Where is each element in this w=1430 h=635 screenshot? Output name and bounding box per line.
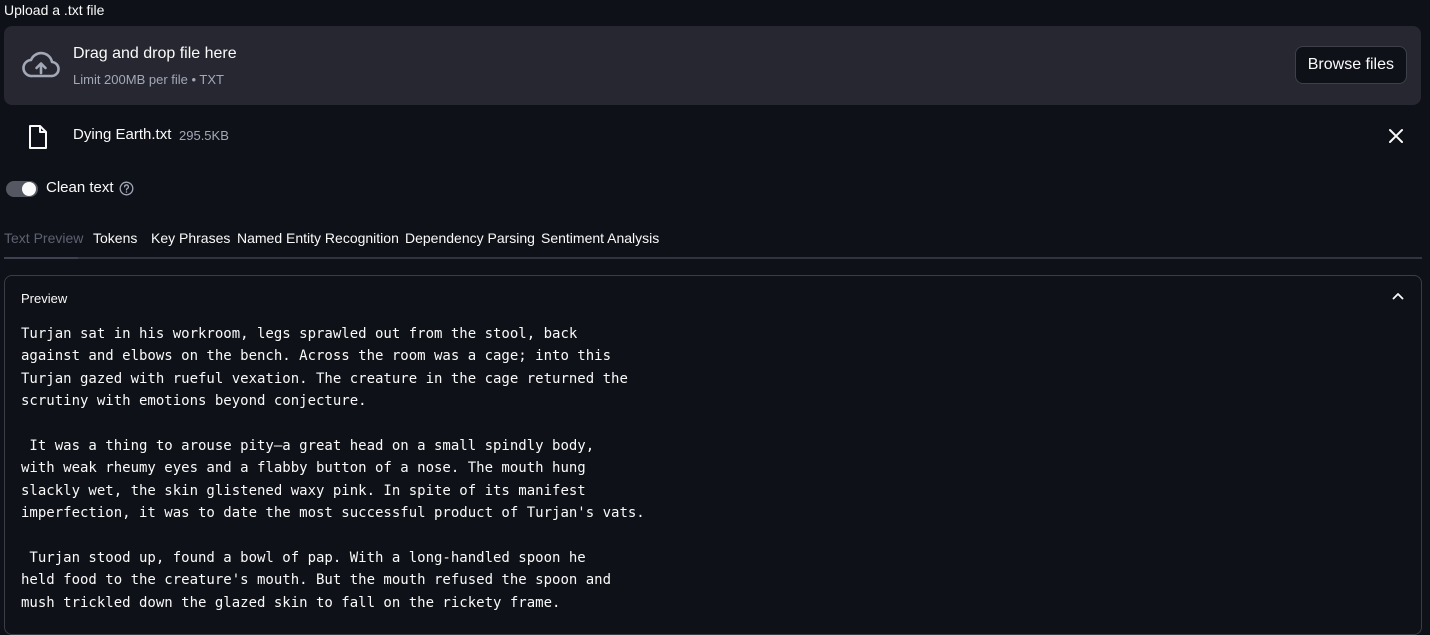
preview-expander-header[interactable]: Preview — [21, 291, 67, 306]
dropzone-limit: Limit 200MB per file • TXT — [73, 72, 224, 87]
tab-text-preview[interactable]: Text Preview — [4, 230, 83, 246]
preview-text: Turjan sat in his workroom, legs sprawle… — [21, 326, 645, 611]
file-icon — [29, 125, 47, 149]
tab-dependency-parsing[interactable]: Dependency Parsing — [405, 230, 535, 246]
clean-text-label: Clean text — [46, 179, 114, 196]
tab-sentiment-analysis[interactable]: Sentiment Analysis — [541, 230, 659, 246]
dropzone-title: Drag and drop file here — [73, 45, 237, 62]
file-dropzone[interactable]: Drag and drop file here Limit 200MB per … — [4, 26, 1421, 105]
toggle-knob — [22, 182, 36, 196]
active-tab-indicator — [4, 257, 78, 259]
uploaded-file-row: Dying Earth.txt 295.5KB — [0, 115, 1430, 155]
help-circle-icon[interactable] — [119, 181, 134, 196]
file-size: 295.5KB — [179, 128, 229, 143]
chevron-up-icon[interactable] — [1392, 292, 1404, 300]
browse-files-button[interactable]: Browse files — [1294, 46, 1407, 84]
tab-key-phrases[interactable]: Key Phrases — [151, 230, 230, 246]
clean-text-toggle[interactable] — [6, 181, 38, 197]
close-icon[interactable] — [1387, 127, 1405, 145]
tab-named-entity-recognition[interactable]: Named Entity Recognition — [237, 230, 399, 246]
preview-expander: Preview Turjan sat in his workroom, legs… — [4, 275, 1422, 635]
file-name: Dying Earth.txt — [73, 126, 172, 143]
tab-tokens[interactable]: Tokens — [93, 230, 137, 246]
tab-bar: Text Preview Tokens Key Phrases Named En… — [4, 226, 1422, 259]
upload-label: Upload a .txt file — [4, 2, 105, 18]
cloud-upload-icon — [22, 51, 60, 78]
